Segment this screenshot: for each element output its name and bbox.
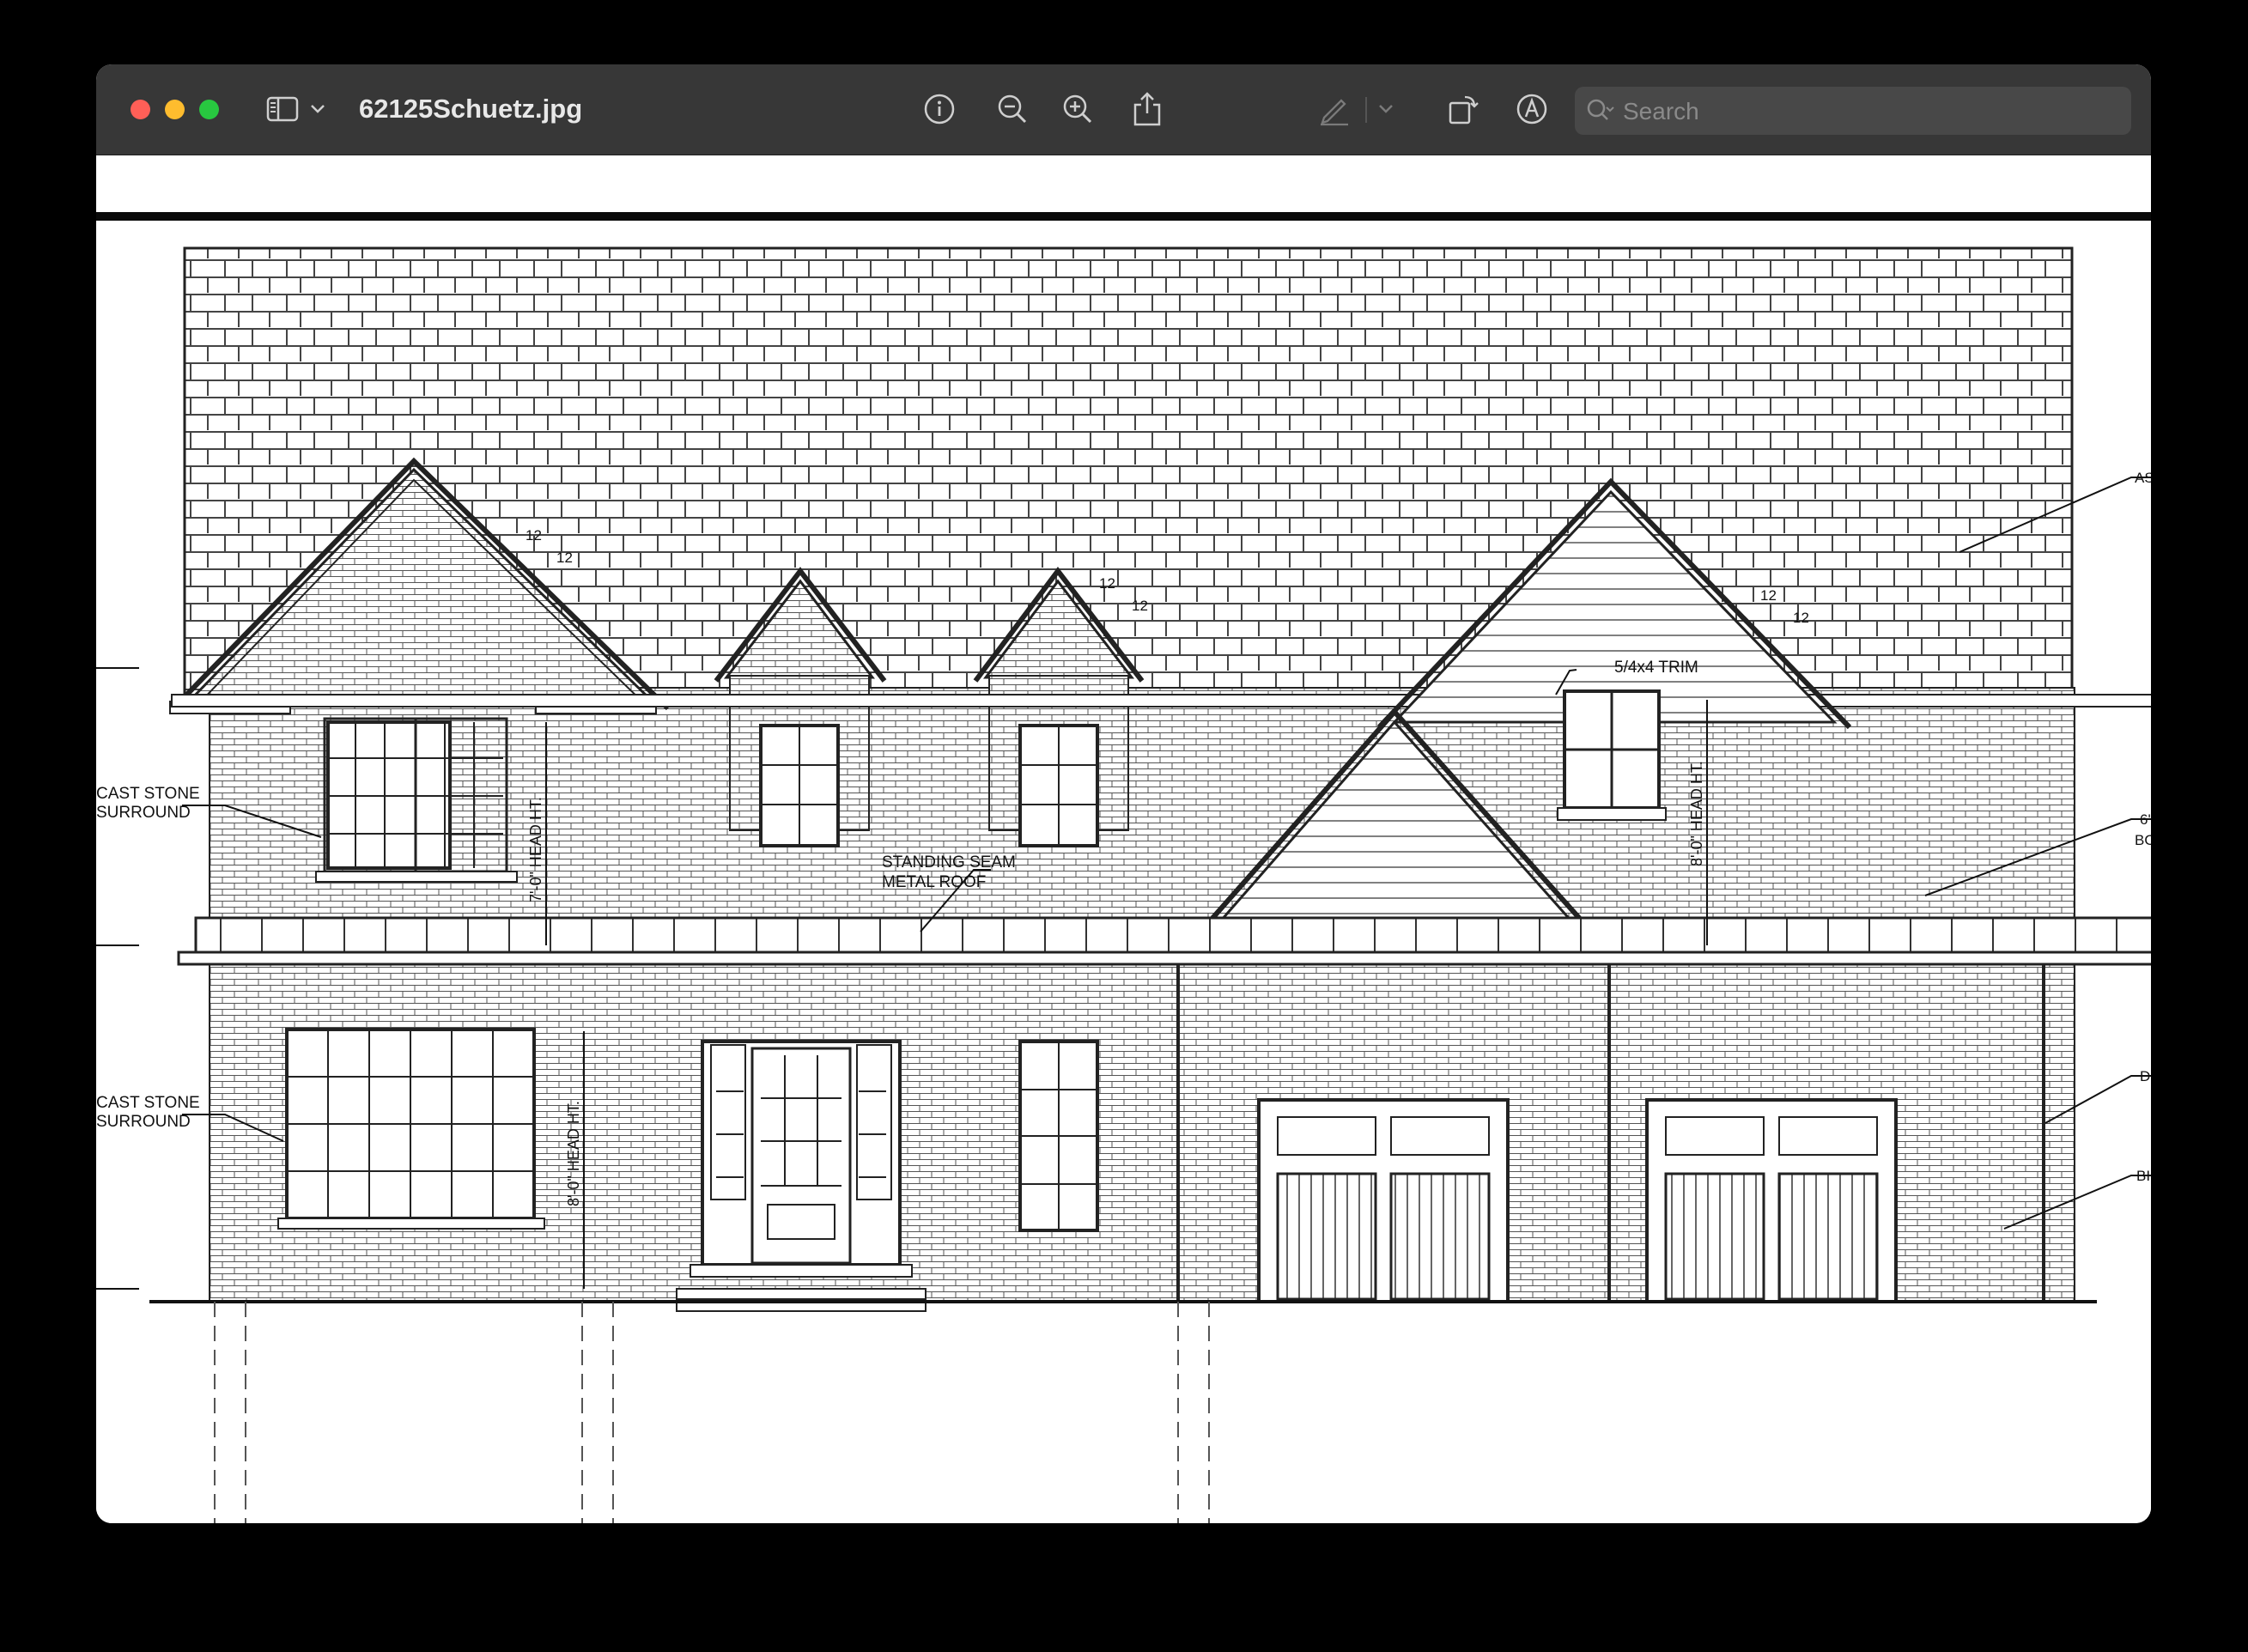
- label-standing-seam: STANDING SEAM: [882, 853, 1016, 872]
- zoom-in-icon: [1063, 94, 1092, 124]
- label-right-as: AS: [2135, 470, 2151, 486]
- label-head-ht-8a: 8'-0" HEAD HT.: [565, 1101, 582, 1206]
- label-right-bo: BO: [2135, 832, 2151, 848]
- search-input[interactable]: [1621, 87, 2123, 137]
- chevron-down-icon: [311, 105, 325, 113]
- toolbar-divider: [1365, 97, 1367, 123]
- window-title: 62125Schuetz.jpg: [359, 94, 583, 124]
- share-icon: [1133, 92, 1161, 126]
- sidebar-toggle-button[interactable]: [264, 87, 302, 131]
- label-pitch-2a: 12: [1099, 575, 1115, 592]
- elevation-drawing: CAST STONE SURROUND CAST STONE SURROUND …: [96, 155, 2151, 1523]
- chevron-down-icon: [1379, 105, 1393, 113]
- markup-pen-icon: [1321, 99, 1348, 126]
- rotate-button[interactable]: [1443, 87, 1484, 131]
- zoom-button[interactable]: [199, 100, 219, 119]
- label-right-bi: BI: [2136, 1168, 2150, 1184]
- zoom-in-button[interactable]: [1057, 87, 1098, 131]
- sidebar-menu-button[interactable]: [307, 87, 328, 131]
- highlight-menu-button[interactable]: [1376, 87, 1396, 131]
- search-field[interactable]: [1575, 87, 2131, 137]
- minimize-button[interactable]: [165, 100, 185, 119]
- markup-icon: [1516, 94, 1547, 125]
- label-metal-roof: METAL ROOF: [882, 873, 986, 891]
- info-icon: [924, 94, 955, 125]
- label-pitch-2b: 12: [1132, 598, 1148, 614]
- markup-button[interactable]: [1511, 87, 1552, 131]
- label-surround-2: SURROUND: [96, 1113, 191, 1131]
- zoom-out-button[interactable]: [992, 87, 1033, 131]
- share-button[interactable]: [1127, 87, 1168, 131]
- label-right-6: 6': [2140, 811, 2151, 828]
- zoom-out-icon: [998, 94, 1027, 124]
- info-button[interactable]: [919, 87, 960, 131]
- label-pitch-3a: 12: [1760, 587, 1777, 604]
- label-surround-1: SURROUND: [96, 804, 191, 822]
- sidebar-icon: [266, 96, 299, 122]
- close-button[interactable]: [131, 100, 150, 119]
- metal-roof: [194, 916, 2151, 957]
- label-cast-stone-1: CAST STONE: [96, 785, 200, 803]
- titlebar: 62125Schuetz.jpg: [96, 64, 2151, 155]
- label-head-ht-8b: 8'-0" HEAD HT.: [1688, 761, 1705, 866]
- label-pitch-1b: 12: [556, 550, 573, 566]
- rotate-icon: [1449, 95, 1479, 125]
- label-cast-stone-2: CAST STONE: [96, 1094, 200, 1112]
- label-trim: 5/4x4 TRIM: [1614, 659, 1698, 677]
- search-icon: [1587, 99, 1614, 120]
- label-head-ht-7: 7'-0" HEAD HT.: [527, 797, 544, 902]
- preview-window: 62125Schuetz.jpg Search CAST STONE SURRO…: [96, 64, 2151, 1523]
- highlight-button[interactable]: [1314, 87, 1355, 131]
- label-right-d: D: [2140, 1068, 2150, 1084]
- image-canvas: CAST STONE SURROUND CAST STONE SURROUND …: [96, 155, 2151, 1523]
- label-pitch-3b: 12: [1793, 610, 1809, 626]
- label-pitch-1a: 12: [526, 527, 542, 544]
